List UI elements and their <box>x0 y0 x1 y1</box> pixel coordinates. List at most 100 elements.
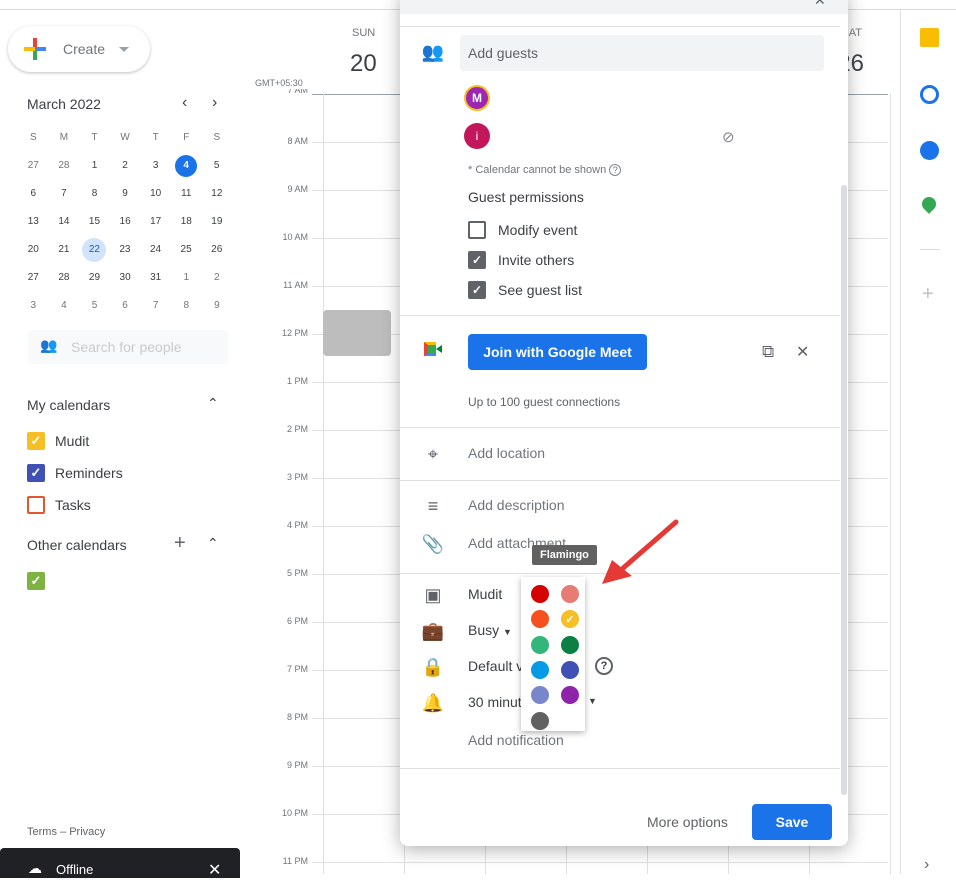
color-swatch[interactable] <box>531 585 549 603</box>
mini-calendar-day[interactable]: 2 <box>202 267 233 289</box>
guest-avatar[interactable]: M <box>464 85 490 111</box>
mini-calendar-day[interactable]: 3 <box>140 155 171 177</box>
calendar-item[interactable]: ✓ Reminders <box>27 464 123 482</box>
mini-calendar-day[interactable]: 4 <box>49 295 80 317</box>
mini-calendar-day[interactable]: 1 <box>79 155 110 177</box>
color-swatch[interactable]: ✓ <box>561 610 579 629</box>
calendar-item[interactable]: Tasks <box>27 496 91 514</box>
mini-calendar-day[interactable]: 16 <box>110 211 141 233</box>
color-swatch[interactable] <box>531 635 549 654</box>
mini-calendar-day[interactable]: 12 <box>202 183 233 205</box>
more-options-button[interactable]: More options <box>647 814 728 830</box>
tasks-icon[interactable] <box>920 85 939 104</box>
mini-calendar-day[interactable]: 29 <box>79 267 110 289</box>
mini-calendar-day[interactable]: 7 <box>140 295 171 317</box>
add-calendar-icon[interactable]: + <box>174 532 186 555</box>
checkbox[interactable] <box>27 496 45 514</box>
search-people-input[interactable]: 👥 Search for people <box>28 330 228 364</box>
event-draft[interactable] <box>323 310 391 356</box>
mini-calendar-day[interactable]: 1 <box>171 267 202 289</box>
add-notification-button[interactable]: Add notification <box>468 732 564 748</box>
mini-calendar-day[interactable]: 28 <box>49 267 80 289</box>
color-swatch[interactable] <box>531 711 549 730</box>
add-addon-icon[interactable]: + <box>922 283 934 306</box>
mini-calendar-day[interactable]: 24 <box>140 239 171 261</box>
day-number[interactable]: 20 <box>350 50 377 78</box>
mini-calendar-day[interactable]: 11 <box>171 183 202 205</box>
mini-calendar-day[interactable]: 21 <box>49 239 80 261</box>
description-input[interactable]: Add description <box>468 497 565 513</box>
checkbox[interactable]: ✓ <box>27 432 45 450</box>
checkbox[interactable] <box>468 221 486 239</box>
keep-icon[interactable] <box>920 28 939 47</box>
calendar-item[interactable]: ✓ Mudit <box>27 432 89 450</box>
permission-checkbox[interactable]: ✓ Invite others <box>468 251 574 269</box>
create-button[interactable]: Create <box>8 26 150 72</box>
privacy-link[interactable]: Privacy <box>69 826 105 838</box>
mini-calendar-day[interactable]: 8 <box>171 295 202 317</box>
contacts-icon[interactable] <box>920 141 939 160</box>
scrollbar[interactable] <box>841 185 847 795</box>
chevron-up-icon[interactable]: ⌃ <box>207 395 219 412</box>
color-swatch[interactable] <box>531 660 549 679</box>
mini-calendar-day[interactable]: 17 <box>140 211 171 233</box>
mini-calendar-day[interactable]: 26 <box>201 239 232 261</box>
mini-calendar-day[interactable]: 7 <box>49 183 80 205</box>
mini-calendar-day[interactable]: 22 <box>82 238 107 262</box>
mini-calendar-day[interactable]: 30 <box>110 267 141 289</box>
mini-calendar-day[interactable]: 25 <box>171 239 202 261</box>
terms-link[interactable]: Terms <box>27 826 57 838</box>
mini-calendar-day[interactable]: 4 <box>175 155 198 177</box>
join-meet-button[interactable]: Join with Google Meet <box>468 334 647 370</box>
add-guests-input[interactable]: Add guests <box>460 35 824 71</box>
color-swatch[interactable] <box>561 660 579 679</box>
mini-calendar-day[interactable]: 13 <box>18 211 49 233</box>
permission-checkbox[interactable]: Modify event <box>468 221 577 239</box>
mini-calendar-day[interactable]: 18 <box>171 211 202 233</box>
mini-calendar-day[interactable]: 31 <box>140 267 171 289</box>
mini-calendar-day[interactable]: 3 <box>18 295 49 317</box>
checkbox[interactable]: ✓ <box>468 251 486 269</box>
checkbox[interactable]: ✓ <box>27 572 45 590</box>
color-swatch[interactable] <box>561 686 579 705</box>
mini-calendar-day[interactable]: 5 <box>79 295 110 317</box>
color-swatch[interactable] <box>561 635 579 654</box>
mini-calendar-day[interactable]: 6 <box>18 183 49 205</box>
mini-calendar-day[interactable]: 5 <box>201 155 232 177</box>
mini-calendar-day[interactable]: 19 <box>202 211 233 233</box>
help-icon[interactable]: ? <box>595 657 613 675</box>
calendar-select[interactable]: Mudit <box>468 586 502 602</box>
mini-calendar-day[interactable]: 15 <box>79 211 110 233</box>
my-calendars-title[interactable]: My calendars <box>27 397 110 413</box>
mini-calendar-day[interactable]: 8 <box>79 183 110 205</box>
caret-down-icon[interactable]: ▼ <box>588 696 597 706</box>
visibility-select[interactable]: Default v <box>468 658 523 674</box>
color-swatch[interactable] <box>531 686 549 705</box>
mini-calendar-day[interactable]: 9 <box>110 183 141 205</box>
close-icon[interactable]: ✕ <box>814 0 826 9</box>
save-button[interactable]: Save <box>752 804 832 840</box>
mini-calendar-day[interactable]: 9 <box>202 295 233 317</box>
guest-avatar[interactable]: i <box>464 123 490 149</box>
calendar-item-other[interactable]: ✓ <box>27 572 55 590</box>
notification-select[interactable]: 30 minut <box>468 694 522 710</box>
close-icon[interactable]: ✕ <box>208 860 221 880</box>
mini-calendar-day[interactable]: 10 <box>140 183 171 205</box>
chevron-up-icon[interactable]: ⌃ <box>207 535 219 552</box>
checkbox[interactable]: ✓ <box>468 281 486 299</box>
next-month-icon[interactable]: › <box>212 94 217 112</box>
copy-icon[interactable]: ⧉ <box>762 342 774 362</box>
color-swatch[interactable] <box>561 585 579 603</box>
mini-calendar-day[interactable]: 2 <box>110 155 141 177</box>
mini-calendar-day[interactable]: 27 <box>18 267 49 289</box>
checkbox[interactable]: ✓ <box>27 464 45 482</box>
maps-icon[interactable] <box>919 194 939 214</box>
expand-icon[interactable]: › <box>924 856 929 874</box>
mini-calendar-day[interactable]: 6 <box>110 295 141 317</box>
help-icon[interactable]: ? <box>609 164 622 176</box>
permission-checkbox[interactable]: ✓ See guest list <box>468 281 582 299</box>
location-input[interactable]: Add location <box>468 445 545 461</box>
color-swatch[interactable] <box>531 610 549 629</box>
mini-calendar-day[interactable]: 14 <box>49 211 80 233</box>
chevron-down-icon[interactable] <box>119 46 130 52</box>
